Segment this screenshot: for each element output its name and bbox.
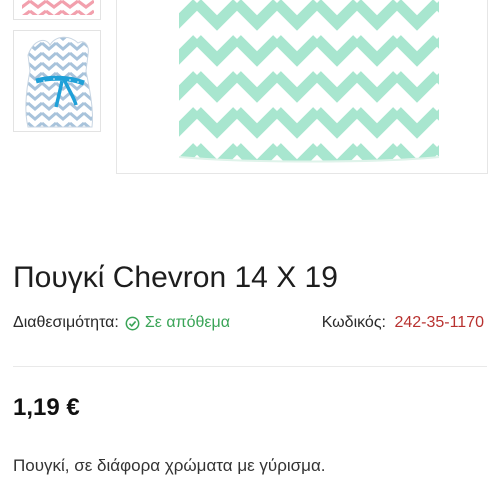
product-code-row: Κωδικός: 242-35-1170	[322, 314, 484, 332]
blue-chevron-pouch-thumbnail	[25, 36, 93, 128]
main-product-image[interactable]	[116, 0, 488, 174]
section-divider	[13, 366, 487, 367]
check-circle-icon	[125, 316, 140, 330]
product-description: Πουγκί, σε διάφορα χρώματα με γύρισμα.	[13, 456, 326, 475]
gallery-thumbnail-pink[interactable]	[13, 0, 101, 20]
availability-status: Σε απόθεμα	[125, 314, 230, 332]
gallery-thumbnail-blue[interactable]	[13, 30, 101, 132]
mint-chevron-pouch-image	[117, 0, 487, 173]
availability-label: Διαθεσιμότητα:	[13, 314, 119, 331]
availability-row: Διαθεσιμότητα: Σε απόθεμα	[13, 314, 230, 332]
product-title: Πουγκί Chevron 14 X 19	[13, 261, 338, 294]
pink-chevron-pouch-thumbnail	[22, 0, 94, 15]
product-code-label: Κωδικός:	[321, 314, 386, 331]
product-price: 1,19 €	[13, 394, 80, 421]
availability-value: Σε απόθεμα	[144, 314, 231, 331]
product-code-value: 242-35-1170	[394, 314, 484, 331]
